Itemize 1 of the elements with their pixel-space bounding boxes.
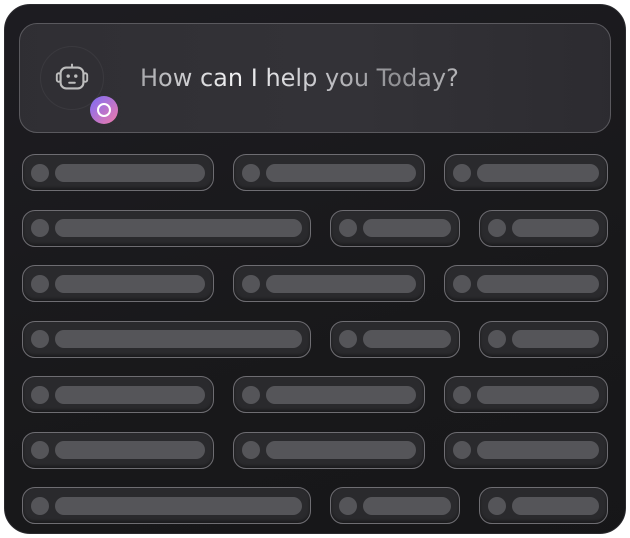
ring-badge-icon [89, 95, 119, 125]
